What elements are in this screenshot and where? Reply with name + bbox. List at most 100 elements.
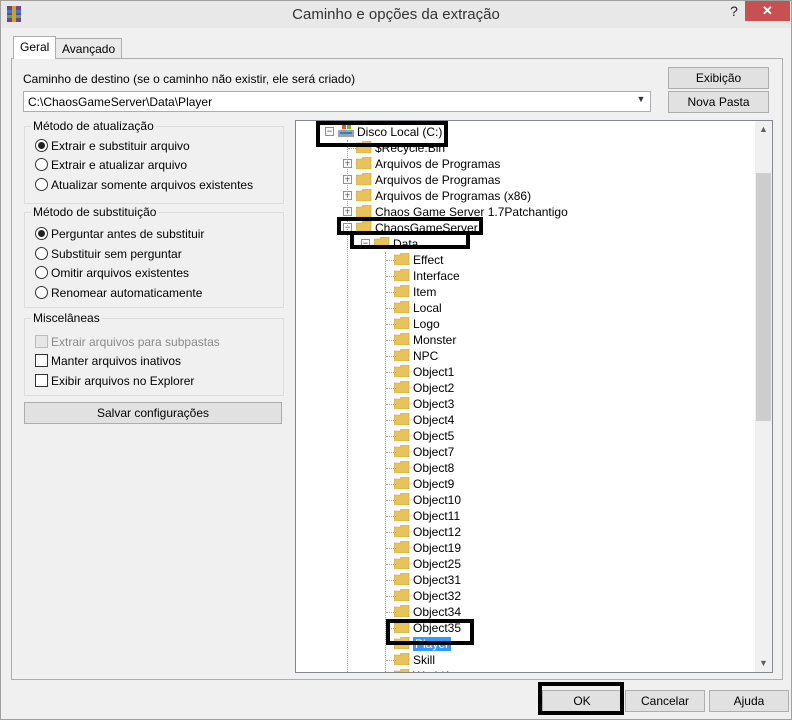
exibicao-button[interactable]: Exibição [668,67,769,89]
tree-node-child[interactable]: Logo [394,316,440,332]
tree-node-child[interactable]: Object11 [394,508,460,524]
radio-label: Perguntar antes de substituir [51,227,205,241]
cancel-button[interactable]: Cancelar [625,690,705,712]
tree-node-child[interactable]: Object1 [394,364,454,380]
checkbox[interactable] [35,354,48,367]
tree-node-label: Object34 [413,605,462,619]
tree-node-child[interactable]: Interface [394,268,460,284]
tree-node-child[interactable]: Object34 [394,604,461,620]
radio-label: Substituir sem perguntar [51,247,182,261]
check-show-explorer[interactable]: Exibir arquivos no Explorer [35,374,194,390]
radio-extract-replace[interactable]: Extrair e substituir arquivo [35,139,190,155]
help-button[interactable]: Ajuda [709,690,789,712]
radio-button[interactable] [35,178,48,191]
tree-connector-line [386,548,396,549]
tree-connector-line [386,436,396,437]
tree-connector-line [386,404,396,405]
folder-icon [394,669,410,672]
tree-connector-line [386,452,396,453]
radio-update-existing[interactable]: Atualizar somente arquivos existentes [35,178,253,194]
radio-label: Omitir arquivos existentes [51,266,190,280]
tree-node-label: Arquivos de Programas [375,157,501,171]
radio-label: Extrair e substituir arquivo [51,139,190,153]
tree-node-child[interactable]: Local [394,300,442,316]
tree-node-child[interactable]: Object3 [394,396,454,412]
tree-node-child[interactable]: Object7 [394,444,454,460]
checkbox-label: Extrair arquivos para subpastas [51,335,220,349]
radio-ask-before[interactable]: Perguntar antes de substituir [35,227,204,243]
help-title-button[interactable]: ? [723,1,745,23]
tree-node-child[interactable]: Object9 [394,476,454,492]
folder-icon [394,605,410,617]
tree-node-child[interactable]: NPC [394,348,438,364]
tree-node-label: Local [413,301,442,315]
tree-node-child[interactable]: World1 [394,668,451,672]
folder-icon [394,285,410,297]
check-keep-broken[interactable]: Manter arquivos inativos [35,354,181,370]
tree-connector-line [386,500,396,501]
tree-node-label: Object1 [413,365,455,379]
save-settings-button[interactable]: Salvar configurações [24,402,282,424]
radio-button[interactable] [35,266,48,279]
tree-node-child[interactable]: Effect [394,252,443,268]
folder-icon [394,445,410,457]
tree-connector-line [386,356,396,357]
tree-node-child[interactable]: Object12 [394,524,461,540]
tree-node-child[interactable]: Object32 [394,588,461,604]
radio-button[interactable] [35,247,48,260]
radio-button-checked[interactable] [35,227,48,240]
update-method-group: Método de atualização Extrair e substitu… [24,119,284,204]
radio-button-checked[interactable] [35,139,48,152]
tree-node-child[interactable]: Object4 [394,412,454,428]
folder-icon [394,477,410,489]
tree-node-label: NPC [413,349,439,363]
tree-node-child[interactable]: Skill [394,652,435,668]
folder-icon [394,525,410,537]
destination-path-combo[interactable]: C:\ChaosGameServer\Data\Player ▼ [23,91,651,112]
radio-extract-update[interactable]: Extrair e atualizar arquivo [35,158,187,174]
radio-button[interactable] [35,286,48,299]
folder-icon [394,381,410,393]
vertical-scrollbar[interactable]: ▲ ▼ [755,121,772,672]
tree-connector-line [386,484,396,485]
tree-node-level1[interactable]: Arquivos de Programas (x86) [356,188,531,204]
radio-skip-existing[interactable]: Omitir arquivos existentes [35,266,189,282]
tree-connector-line [386,340,396,341]
checkbox[interactable] [35,374,48,387]
tree-node-child[interactable]: Object25 [394,556,461,572]
misc-title: Miscelâneas [31,311,102,325]
tree-connector-line [385,252,386,672]
tree-connector-line [386,580,396,581]
scroll-thumb[interactable] [756,173,771,421]
tab-geral[interactable]: Geral [13,36,57,59]
tab-avancado[interactable]: Avançado [55,38,123,58]
tree-node-child[interactable]: Monster [394,332,456,348]
scroll-up-icon[interactable]: ▲ [755,121,772,138]
scroll-down-icon[interactable]: ▼ [755,655,772,672]
radio-overwrite-no-ask[interactable]: Substituir sem perguntar [35,247,182,263]
nova-pasta-button[interactable]: Nova Pasta [668,91,769,113]
tree-node-child[interactable]: Object5 [394,428,454,444]
tree-node-child[interactable]: Object31 [394,572,461,588]
tree-node-level1[interactable]: Arquivos de Programas [356,172,500,188]
tree-node-child[interactable]: Object19 [394,540,461,556]
destination-label: Caminho de destino (se o caminho não exi… [23,72,356,86]
folder-icon [356,157,372,169]
update-method-title: Método de atualização [31,119,156,133]
folder-tree[interactable]: ▲ ▼ Disco Local (C:) − $Recycle.Bin Arquivo… [295,120,773,673]
tree-connector-line [386,260,396,261]
tree-node-child[interactable]: Object8 [394,460,454,476]
folder-icon [394,413,410,425]
folder-icon [394,429,410,441]
tree-node-child[interactable]: Object10 [394,492,461,508]
tree-node-child[interactable]: Object2 [394,380,454,396]
close-button[interactable]: ✕ [745,1,790,21]
folder-icon [394,461,410,473]
radio-button[interactable] [35,158,48,171]
tree-node-child[interactable]: Item [394,284,436,300]
tree-node-label: Object19 [413,541,462,555]
tree-node-level1[interactable]: Arquivos de Programas [356,156,500,172]
radio-auto-rename[interactable]: Renomear automaticamente [35,286,202,302]
chevron-down-icon[interactable]: ▼ [634,94,648,109]
tree-node-label: Logo [413,317,440,331]
